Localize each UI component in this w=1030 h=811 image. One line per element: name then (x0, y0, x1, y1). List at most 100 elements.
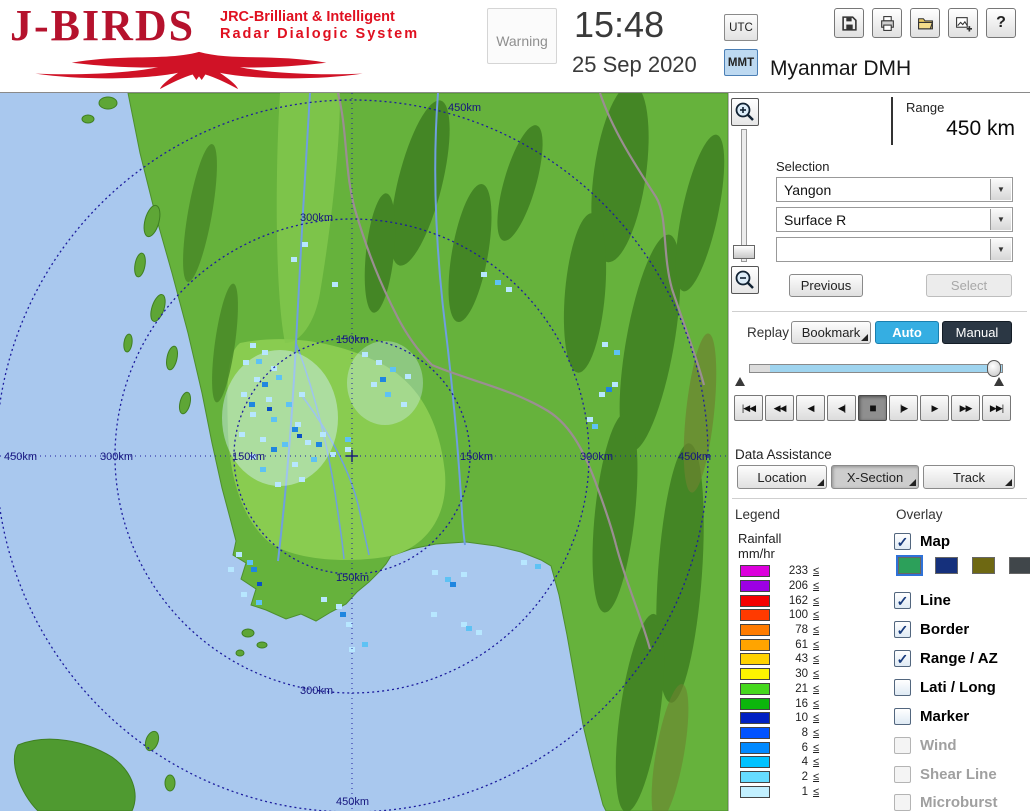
auto-button[interactable]: Auto (875, 321, 939, 344)
tagline-line2: Radar Dialogic System (220, 26, 419, 43)
zoom-in-button[interactable] (731, 98, 759, 126)
legend-row: 61 ≤ (740, 637, 819, 652)
save-button[interactable] (834, 8, 864, 38)
x-section-button[interactable]: X-Section (831, 465, 919, 489)
legend-value: 8 (776, 727, 808, 739)
fast-forward-button[interactable]: ▶▶ (951, 395, 980, 421)
overlay-checkbox[interactable]: ✓ (894, 650, 911, 667)
seek-end-button[interactable]: ▶▶| (982, 395, 1011, 421)
legend-value: 16 (776, 698, 808, 710)
mmt-button[interactable]: MMT (724, 49, 758, 76)
legend-swatch (740, 639, 770, 651)
range-ring-label: 150km (336, 334, 369, 346)
track-button[interactable]: Track (923, 465, 1015, 489)
legend-value: 61 (776, 639, 808, 651)
overlay-checkbox[interactable]: ✓ (894, 592, 911, 609)
legend-swatch (740, 727, 770, 739)
legend-le-symbol: ≤ (813, 580, 819, 592)
previous-button[interactable]: Previous (789, 274, 863, 297)
zoom-out-button[interactable] (731, 266, 759, 294)
track-label: Track (953, 470, 985, 485)
legend-value: 21 (776, 683, 808, 695)
range-label: Range (906, 100, 944, 115)
overlay-checkbox[interactable] (894, 708, 911, 725)
map-scheme-swatch[interactable] (898, 557, 921, 574)
timeline-track[interactable] (749, 364, 1003, 373)
location-button[interactable]: Location (737, 465, 827, 489)
help-button[interactable]: ? (986, 8, 1016, 38)
seek-start-button[interactable]: |◀◀ (734, 395, 763, 421)
site-dropdown[interactable]: Yangon ▼ (776, 177, 1013, 202)
toolbar: ? (834, 8, 1016, 38)
fast-rewind-button[interactable]: ◀◀ (765, 395, 794, 421)
step-forward-button[interactable]: |▶ (889, 395, 918, 421)
play-reverse-button[interactable]: ◀ (796, 395, 825, 421)
overlay-item-line: ✓Line (894, 590, 951, 610)
warning-button[interactable]: Warning (487, 8, 557, 64)
chevron-down-icon[interactable]: ▼ (990, 209, 1011, 230)
legend-value: 206 (776, 580, 808, 592)
utc-button[interactable]: UTC (724, 14, 758, 41)
bookmark-label: Bookmark (802, 325, 861, 340)
product-dropdown[interactable]: Surface R ▼ (776, 207, 1013, 232)
timeline-thumb[interactable] (987, 360, 1001, 377)
legend-le-symbol: ≤ (813, 712, 819, 724)
legend-row: 206 ≤ (740, 579, 819, 594)
stop-button[interactable]: ■ (858, 395, 887, 421)
chevron-down-icon[interactable]: ▼ (990, 179, 1011, 200)
legend-value: 6 (776, 742, 808, 754)
legend-swatch (740, 565, 770, 577)
legend-le-symbol: ≤ (813, 668, 819, 680)
range-ring-label: 450km (336, 796, 369, 808)
select-button[interactable]: Select (926, 274, 1012, 297)
legend-value: 233 (776, 565, 808, 577)
legend-le-symbol: ≤ (813, 639, 819, 651)
range-ring-label: 450km (448, 102, 481, 114)
legend-row: 21≤ (740, 682, 819, 697)
range-ring-label: 300km (300, 685, 333, 697)
legend-le-symbol: ≤ (813, 653, 819, 665)
zoom-slider-thumb[interactable] (733, 245, 755, 259)
map-scheme-swatch[interactable] (972, 557, 995, 574)
legend-scale: 233≤ 206≤ 162≤ 100≤ 78≤ 61≤ 43≤ 30≤ 21≤ … (740, 564, 819, 799)
chevron-down-icon[interactable]: ▼ (990, 239, 1011, 260)
zoom-slider-track[interactable] (741, 129, 747, 262)
app-window: J-BIRDS JRC-Brilliant & Intelligent Rada… (0, 0, 1030, 811)
replay-timeline (729, 358, 1030, 390)
overlay-checkbox[interactable]: ✓ (894, 621, 911, 638)
legend-value: 162 (776, 595, 808, 607)
bookmark-button[interactable]: Bookmark (791, 321, 871, 344)
play-button[interactable]: ▶ (920, 395, 949, 421)
range-ring-label: 450km (4, 451, 37, 463)
open-folder-button[interactable] (910, 8, 940, 38)
legend-row: 30≤ (740, 667, 819, 682)
legend-swatch (740, 609, 770, 621)
step-back-button[interactable]: ◀| (827, 395, 856, 421)
site-dropdown-value: Yangon (784, 182, 831, 198)
legend-value: 78 (776, 624, 808, 636)
range-ring-label: 300km (580, 451, 613, 463)
radar-map[interactable]: 450km 300km 150km 450km 300km 150km 150k… (0, 93, 728, 811)
map-scheme-swatch[interactable] (1009, 557, 1030, 574)
legend-value: 1 (776, 786, 808, 798)
overlay-item-range-az: ✓Range / AZ (894, 648, 998, 668)
overlay-checkbox[interactable]: ✓ (894, 533, 911, 550)
overlay-checkbox (894, 794, 911, 811)
station-title: Myanmar DMH (770, 57, 911, 81)
legend-swatch (740, 712, 770, 724)
print-button[interactable] (872, 8, 902, 38)
print-icon (879, 15, 896, 32)
legend-le-symbol: ≤ (813, 771, 819, 783)
map-scheme-swatch[interactable] (935, 557, 958, 574)
legend-le-symbol: ≤ (813, 595, 819, 607)
separator (732, 498, 1027, 499)
legend-row: 2≤ (740, 770, 819, 785)
overlay-item-label: Shear Line (920, 766, 997, 783)
legend-value: 43 (776, 653, 808, 665)
extra-dropdown[interactable]: ▼ (776, 237, 1013, 262)
manual-button[interactable]: Manual (942, 321, 1012, 344)
legend-swatch (740, 786, 770, 798)
legend-row: 43 ≤ (740, 652, 819, 667)
capture-image-button[interactable] (948, 8, 978, 38)
overlay-checkbox[interactable] (894, 679, 911, 696)
